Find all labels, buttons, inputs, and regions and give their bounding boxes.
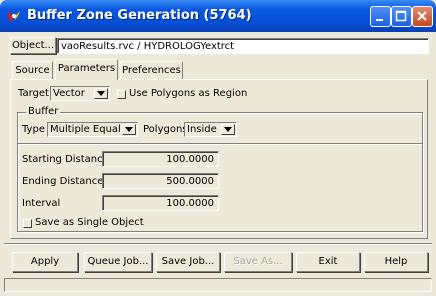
tab-parameters[interactable]: Parameters — [55, 59, 118, 80]
chevron-down-icon — [122, 124, 136, 135]
use-polygons-label: Use Polygons as Region — [129, 88, 248, 99]
save-as-button[interactable]: Save As... — [224, 252, 292, 272]
title-bar[interactable]: Buffer Zone Generation (5764) — [0, 0, 436, 32]
buffer-group-label: Buffer — [26, 106, 61, 117]
close-button[interactable] — [412, 6, 433, 27]
chevron-down-icon — [221, 124, 235, 135]
window-title: Buffer Zone Generation (5764) — [27, 8, 252, 23]
target-label: Target — [18, 88, 49, 99]
close-icon — [417, 11, 427, 21]
app-icon — [6, 8, 22, 24]
minimize-button[interactable] — [370, 6, 391, 27]
starting-distance-label: Starting Distance — [22, 154, 109, 165]
polygons-dropdown[interactable]: Inside — [184, 122, 237, 137]
apply-button[interactable]: Apply — [12, 252, 78, 272]
tab-source[interactable]: Source — [12, 61, 53, 80]
save-job-button[interactable]: Save Job... — [156, 252, 220, 272]
status-bar — [4, 278, 432, 292]
interval-field[interactable]: 100.0000 — [102, 195, 219, 211]
save-single-object-checkbox[interactable] — [23, 219, 32, 228]
help-button[interactable]: Help — [364, 252, 428, 272]
starting-distance-field[interactable]: 100.0000 — [102, 151, 219, 167]
save-single-object-label: Save as Single Object — [35, 217, 144, 228]
tab-preferences[interactable]: Preferences — [120, 61, 183, 80]
maximize-button[interactable] — [391, 6, 412, 27]
exit-button[interactable]: Exit — [296, 252, 360, 272]
divider — [18, 143, 422, 145]
maximize-icon — [395, 10, 407, 22]
interval-label: Interval — [22, 198, 61, 209]
buffer-zone-window: Buffer Zone Generation (5764) Object... … — [0, 0, 436, 296]
use-polygons-checkbox[interactable] — [117, 90, 126, 99]
parameters-panel: Target Vector Use Polygons as Region Buf… — [10, 79, 428, 239]
chevron-down-icon — [94, 88, 108, 99]
buffer-group: Buffer Type Multiple Equal Polygons Insi… — [17, 106, 423, 232]
polygons-label: Polygons — [143, 124, 188, 135]
type-label: Type — [22, 124, 45, 135]
ending-distance-field[interactable]: 500.0000 — [102, 173, 219, 189]
target-dropdown[interactable]: Vector — [50, 86, 110, 101]
queue-job-button[interactable]: Queue Job... — [84, 252, 152, 272]
type-dropdown[interactable]: Multiple Equal — [47, 122, 138, 137]
minimize-icon — [376, 19, 383, 21]
object-path-field[interactable]: vaoResults.rvc / HYDROLOGYextrct — [57, 38, 429, 54]
ending-distance-label: Ending Distance — [22, 176, 104, 187]
divider — [4, 243, 432, 245]
object-button[interactable]: Object... — [10, 37, 56, 54]
